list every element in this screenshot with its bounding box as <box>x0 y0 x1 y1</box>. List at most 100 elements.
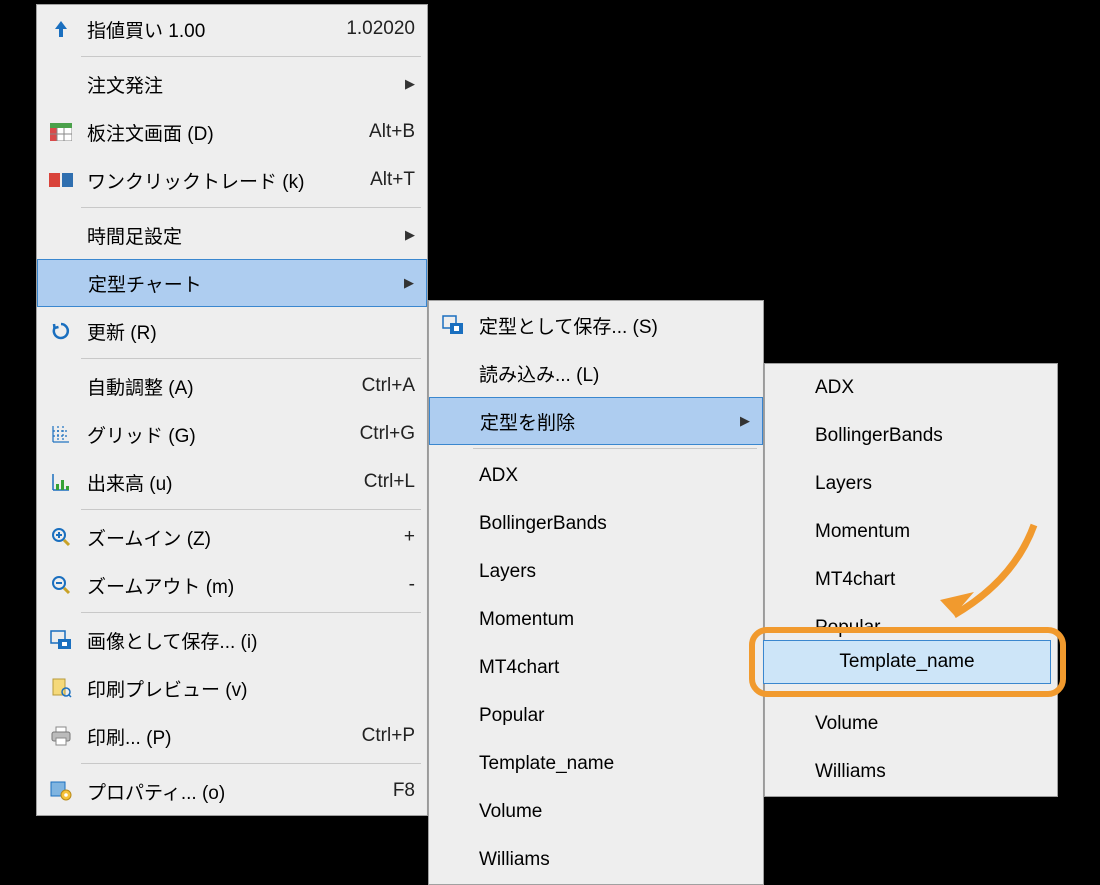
separator <box>81 207 421 208</box>
save-image-icon <box>43 622 79 658</box>
menu-accelerator: Ctrl+P <box>338 725 415 747</box>
menu-label: Momentum <box>807 521 1045 543</box>
menu-label: Volume <box>471 801 751 823</box>
zoom-in-icon <box>43 519 79 555</box>
menu-value: 1.02020 <box>322 18 415 40</box>
menu-item-refresh[interactable]: 更新 (R) <box>37 307 427 355</box>
separator <box>81 358 421 359</box>
menu-label: ズームアウト (m) <box>79 572 345 599</box>
menu-label: 定型を削除 <box>472 408 736 435</box>
menu-label: Layers <box>807 473 1045 495</box>
menu-label: BollingerBands <box>807 425 1045 447</box>
highlighted-template-item[interactable]: Template_name <box>763 640 1051 684</box>
menu-item-grid[interactable]: グリッド (G) Ctrl+G <box>37 410 427 458</box>
menu-label: Williams <box>807 761 1045 783</box>
menu-item-dom[interactable]: 板注文画面 (D) Alt+B <box>37 108 427 156</box>
chart-volume-icon <box>43 464 79 500</box>
menu-item-template[interactable]: 定型チャート ▶ <box>37 259 427 307</box>
template-list: ADX BollingerBands Layers Momentum MT4chart P… <box>429 452 763 884</box>
menu-label: 指値買い 1.00 <box>79 16 322 43</box>
menu-item-limit-buy[interactable]: 指値買い 1.00 1.02020 <box>37 5 427 53</box>
menu-item-zoom-in[interactable]: ズームイン (Z) + <box>37 513 427 561</box>
menu-item-print-preview[interactable]: 印刷プレビュー (v) <box>37 664 427 712</box>
template-list-item[interactable]: Layers <box>429 548 763 596</box>
menu-item-oneclick[interactable]: ワンクリックトレード (k) Alt+T <box>37 156 427 204</box>
menu-accelerator: Alt+B <box>345 121 415 143</box>
menu-label: 印刷プレビュー (v) <box>79 675 415 702</box>
delete-list-item[interactable]: Momentum <box>765 508 1057 556</box>
menu-label: MT4chart <box>807 569 1045 591</box>
menu-label: 印刷... (P) <box>79 723 338 750</box>
chevron-right-icon: ▶ <box>736 413 750 429</box>
separator <box>81 763 421 764</box>
menu-accelerator: Alt+T <box>345 169 415 191</box>
menu-item-autoscale[interactable]: 自動調整 (A) Ctrl+A <box>37 362 427 410</box>
save-icon <box>435 307 471 343</box>
template-list-item[interactable]: Momentum <box>429 596 763 644</box>
menu-accelerator: Ctrl+G <box>336 423 415 445</box>
menu-accelerator: - <box>345 574 415 596</box>
refresh-icon <box>43 313 79 349</box>
menu-item-print[interactable]: 印刷... (P) Ctrl+P <box>37 712 427 760</box>
menu-label: 読み込み... (L) <box>471 360 751 387</box>
menu-item-load-template[interactable]: 読み込み... (L) <box>429 349 763 397</box>
grid-icon <box>43 416 79 452</box>
menu-accelerator: Ctrl+A <box>338 375 415 397</box>
oneclick-icon <box>43 162 79 198</box>
menu-accelerator: F8 <box>345 780 415 802</box>
template-list-item[interactable]: Popular <box>429 692 763 740</box>
menu-label: 注文発注 <box>79 71 401 98</box>
menu-label: ADX <box>807 377 1045 399</box>
template-list-item[interactable]: ADX <box>429 452 763 500</box>
menu-label: 自動調整 (A) <box>79 373 338 400</box>
menu-label: Volume <box>807 713 1045 735</box>
highlighted-template-label: Template_name <box>839 651 974 673</box>
menu-item-save-image[interactable]: 画像として保存... (i) <box>37 616 427 664</box>
menu-label: 定型として保存... (S) <box>471 312 751 339</box>
chevron-right-icon: ▶ <box>401 227 415 243</box>
separator <box>81 612 421 613</box>
menu-label: Popular <box>471 705 751 727</box>
print-preview-icon <box>43 670 79 706</box>
menu-label: Layers <box>471 561 751 583</box>
menu-item-delete-template[interactable]: 定型を削除 ▶ <box>429 397 763 445</box>
template-list-item[interactable]: Volume <box>429 788 763 836</box>
submenu-delete-template: ADX BollingerBands Layers Momentum MT4chart P… <box>764 363 1058 797</box>
context-menu-main: 指値買い 1.00 1.02020 注文発注 ▶ 板注文画面 (D) Alt+B… <box>36 4 428 816</box>
menu-item-order[interactable]: 注文発注 ▶ <box>37 60 427 108</box>
menu-label: ワンクリックトレード (k) <box>79 167 345 194</box>
menu-label: 更新 (R) <box>79 318 415 345</box>
delete-list-item[interactable]: ADX <box>765 364 1057 412</box>
menu-item-properties[interactable]: プロパティ... (o) F8 <box>37 767 427 815</box>
menu-label: 画像として保存... (i) <box>79 627 415 654</box>
menu-label: MT4chart <box>471 657 751 679</box>
template-list-item[interactable]: BollingerBands <box>429 500 763 548</box>
template-list-item[interactable]: MT4chart <box>429 644 763 692</box>
menu-item-timeframe[interactable]: 時間足設定 ▶ <box>37 211 427 259</box>
menu-accelerator: + <box>345 526 415 548</box>
menu-label: Template_name <box>471 753 751 775</box>
chevron-right-icon: ▶ <box>400 275 414 291</box>
delete-list-item[interactable]: MT4chart <box>765 556 1057 604</box>
menu-label: Williams <box>471 849 751 871</box>
menu-accelerator: Ctrl+L <box>340 471 415 493</box>
menu-label: 時間足設定 <box>79 222 401 249</box>
template-list-item[interactable]: Template_name <box>429 740 763 788</box>
menu-label: グリッド (G) <box>79 421 336 448</box>
zoom-out-icon <box>43 567 79 603</box>
menu-item-zoom-out[interactable]: ズームアウト (m) - <box>37 561 427 609</box>
menu-label: BollingerBands <box>471 513 751 535</box>
delete-list-item[interactable]: Williams <box>765 748 1057 796</box>
submenu-template: 定型として保存... (S) 読み込み... (L) 定型を削除 ▶ ADX Bo… <box>428 300 764 885</box>
separator <box>473 448 757 449</box>
delete-list-item[interactable]: Volume <box>765 700 1057 748</box>
printer-icon <box>43 718 79 754</box>
template-list-item[interactable]: Williams <box>429 836 763 884</box>
menu-item-save-template[interactable]: 定型として保存... (S) <box>429 301 763 349</box>
delete-template-list: ADX BollingerBands Layers Momentum MT4chart P… <box>765 364 1057 796</box>
menu-item-volume[interactable]: 出来高 (u) Ctrl+L <box>37 458 427 506</box>
menu-label: Popular <box>807 617 1045 639</box>
chevron-right-icon: ▶ <box>401 76 415 92</box>
delete-list-item[interactable]: BollingerBands <box>765 412 1057 460</box>
delete-list-item[interactable]: Layers <box>765 460 1057 508</box>
